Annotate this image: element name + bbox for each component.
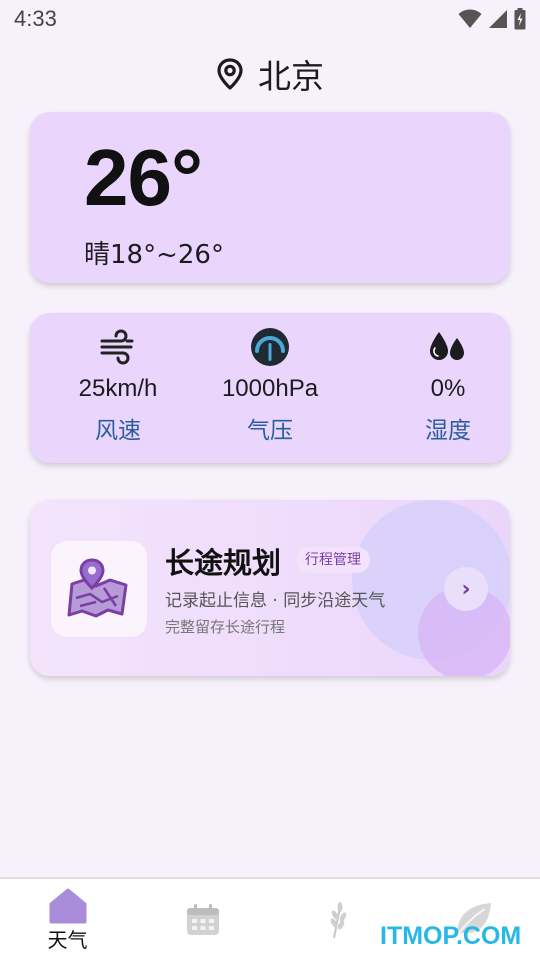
metric-wind-speed: 25km/h 风速: [38, 327, 198, 457]
wind-icon: [100, 329, 134, 365]
pressure-value: 1000hPa: [221, 375, 319, 402]
nav-item-calendar[interactable]: [135, 879, 270, 960]
calendar-icon: [186, 904, 219, 935]
chevron-right-icon: ›: [461, 576, 471, 602]
nav-label-weather: 天气: [47, 928, 88, 952]
map-location-icon: [67, 558, 128, 618]
location-header[interactable]: 北京: [0, 52, 540, 96]
plan-title: 长途规划: [165, 546, 282, 580]
plan-open-button[interactable]: ›: [444, 567, 488, 611]
nav-item-weather[interactable]: 天气: [0, 879, 135, 960]
current-temperature: 26°: [84, 133, 203, 222]
plan-subtitle: 记录起止信息 · 同步沿途天气: [165, 591, 386, 611]
wind-speed-value: 25km/h: [78, 375, 158, 402]
humidity-value: 0%: [430, 375, 466, 402]
plan-badge: 行程管理: [296, 547, 370, 573]
metric-humidity: 0% 湿度: [368, 327, 528, 457]
temperature-range: 晴18°~26°: [84, 240, 224, 270]
status-bar: 4:33: [0, 0, 540, 38]
location-pin-icon: [217, 58, 243, 90]
status-icons: [458, 8, 526, 30]
home-icon: [49, 888, 86, 924]
pressure-label: 气压: [247, 418, 293, 444]
water-drops-icon: [430, 332, 464, 360]
city-name: 北京: [258, 57, 324, 96]
wind-speed-label: 风速: [95, 418, 141, 444]
metrics-card: 25km/h 风速 1000hPa 气压 0% 湿度: [30, 313, 510, 463]
long-trip-plan-card[interactable]: 长途规划 行程管理 记录起止信息 · 同步沿途天气 完整留存长途行程 ›: [30, 500, 510, 676]
plan-icon-container: [51, 541, 147, 637]
temperature-card: 26° 晴18°~26°: [30, 112, 510, 283]
gauge-icon: [251, 328, 289, 366]
battery-icon: [514, 8, 526, 30]
status-time: 4:33: [14, 6, 57, 31]
wheat-icon: [330, 902, 346, 939]
metric-pressure: 1000hPa 气压: [190, 327, 350, 457]
plan-description: 完整留存长途行程: [165, 618, 286, 636]
watermark: ITMOP.COM: [380, 922, 522, 950]
humidity-label: 湿度: [425, 418, 471, 444]
wifi-icon: [458, 9, 482, 28]
signal-icon: [489, 10, 507, 28]
